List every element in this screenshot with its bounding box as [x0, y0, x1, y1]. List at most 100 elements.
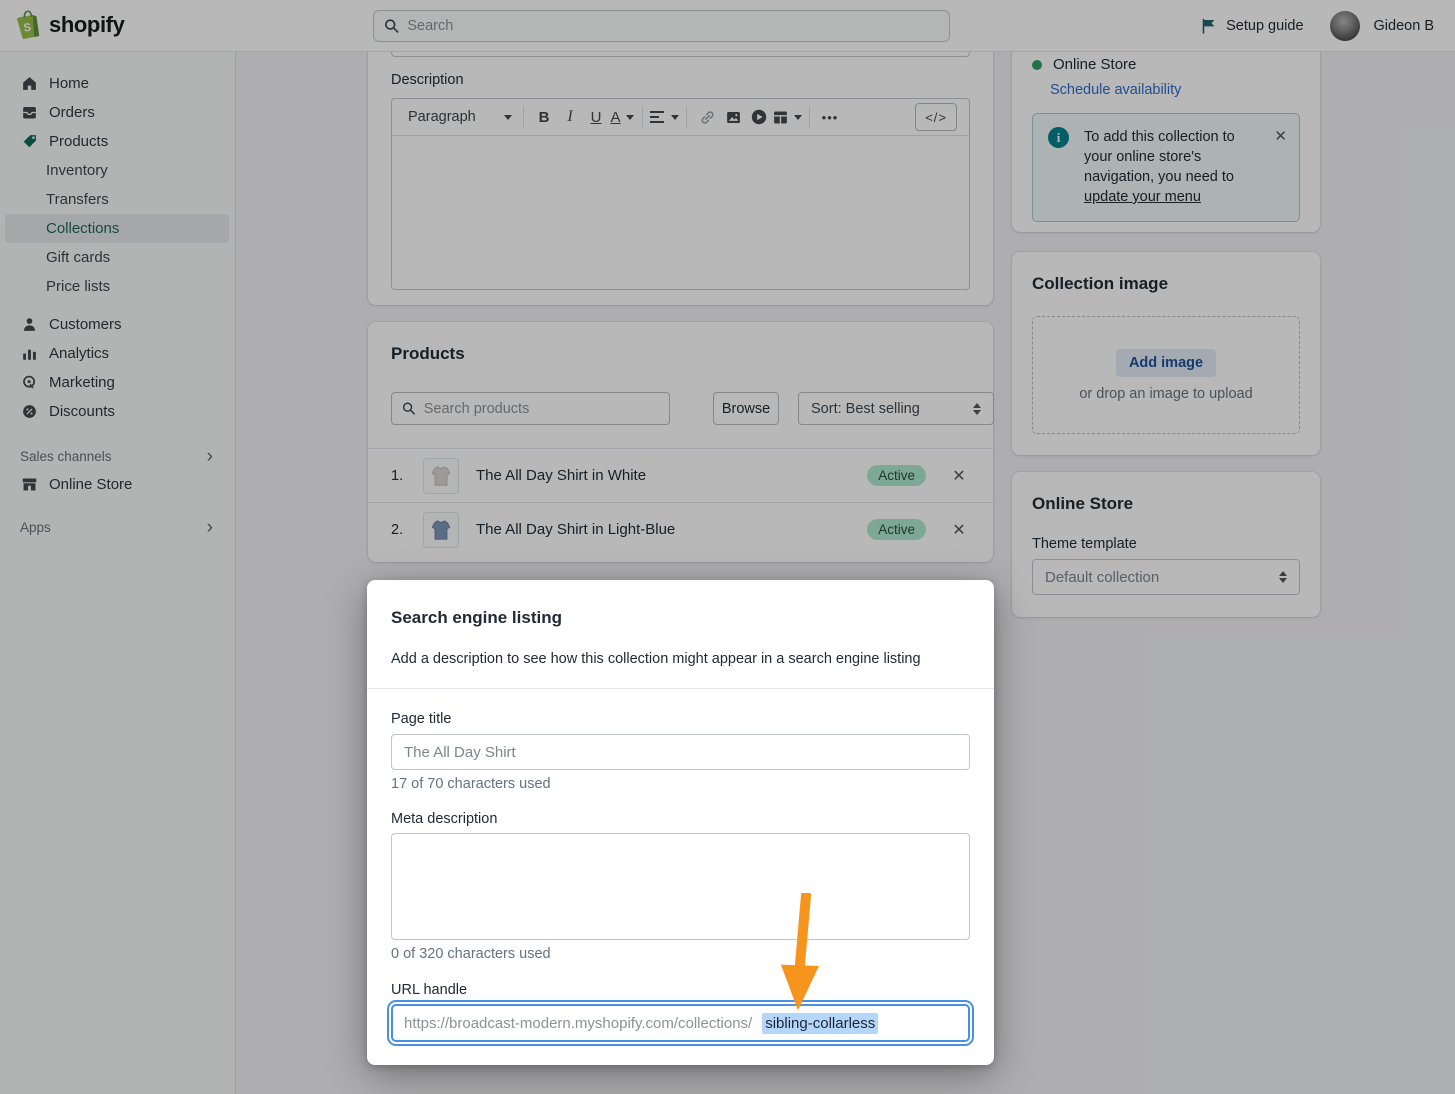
meta-description-textarea[interactable]	[391, 833, 970, 940]
online-status-dot-icon	[1032, 60, 1042, 70]
orders-icon	[20, 104, 38, 121]
image-icon	[725, 109, 742, 126]
products-title: Products	[391, 344, 465, 364]
text-color-button[interactable]: A	[609, 103, 635, 131]
marketing-icon	[20, 374, 38, 391]
banner-close-button[interactable]: ✕	[1274, 127, 1287, 221]
setup-guide-label: Setup guide	[1226, 18, 1303, 34]
sidebar-item-transfers[interactable]: Transfers	[0, 185, 235, 214]
url-handle-selected-text: sibling-collarless	[762, 1013, 878, 1034]
storefront-icon	[20, 476, 38, 493]
collection-image-card: Collection image Add image or drop an im…	[1012, 252, 1320, 455]
page-title-help: 17 of 70 characters used	[391, 776, 551, 792]
update-menu-link[interactable]: update your menu	[1084, 189, 1201, 205]
sidebar-nav: Home Orders Products Inventory Transfers…	[0, 52, 236, 1094]
sidebar-item-home[interactable]: Home	[0, 69, 235, 98]
bold-button[interactable]: B	[531, 103, 557, 131]
insert-video-button[interactable]	[746, 103, 772, 131]
search-icon	[402, 401, 416, 416]
sidebar-item-products[interactable]: Products	[0, 127, 235, 156]
product-search-input[interactable]	[424, 401, 659, 417]
remove-product-button[interactable]: ✕	[948, 466, 970, 486]
avatar[interactable]	[1330, 11, 1360, 41]
align-left-icon	[650, 110, 666, 124]
image-dropzone[interactable]: Add image or drop an image to upload	[1032, 316, 1300, 434]
add-image-button[interactable]: Add image	[1116, 349, 1216, 377]
more-options-button[interactable]: •••	[817, 103, 843, 131]
theme-template-select[interactable]: Default collection	[1032, 559, 1300, 595]
insert-table-button[interactable]	[772, 103, 802, 131]
sidebar-item-discounts[interactable]: Discounts	[0, 397, 235, 426]
browse-button[interactable]: Browse	[713, 392, 779, 425]
insert-image-button[interactable]	[720, 103, 746, 131]
white-shirt-image	[428, 463, 454, 489]
topbar-right: Setup guide Gideon B	[1201, 0, 1434, 52]
italic-button[interactable]: I	[557, 103, 583, 131]
underline-button[interactable]: U	[583, 103, 609, 131]
search-icon	[384, 18, 399, 34]
topbar: S shopify Setup guide Gideon B	[0, 0, 1455, 52]
collection-image-title: Collection image	[1032, 274, 1168, 294]
global-search[interactable]	[373, 10, 950, 42]
online-store-title: Online Store	[1032, 494, 1133, 514]
sidebar-item-online-store[interactable]: Online Store	[0, 470, 235, 499]
schedule-availability-link[interactable]: Schedule availability	[1050, 82, 1181, 98]
insert-link-button[interactable]	[694, 103, 720, 131]
sort-select[interactable]: Sort: Best selling	[798, 392, 994, 425]
channel-status-row: Online Store	[1032, 56, 1136, 73]
apps-header[interactable]: Apps ›	[0, 513, 235, 541]
sidebar-item-orders[interactable]: Orders	[0, 98, 235, 127]
sales-channels-header[interactable]: Sales channels ›	[0, 442, 235, 470]
sidebar-item-gift-cards[interactable]: Gift cards	[0, 243, 235, 272]
global-search-input[interactable]	[407, 18, 939, 34]
chevron-down-icon	[626, 115, 634, 120]
rte-content-area[interactable]	[392, 136, 969, 290]
paragraph-style-select[interactable]: Paragraph	[404, 103, 516, 131]
sidebar-item-analytics[interactable]: Analytics	[0, 339, 235, 368]
row-index: 1.	[391, 468, 423, 484]
status-badge: Active	[867, 519, 926, 540]
shopify-admin-page: S shopify Setup guide Gideon B	[0, 0, 1455, 1094]
product-name[interactable]: The All Day Shirt in Light-Blue	[476, 521, 675, 538]
products-card: Products Browse Sort: Best selling 1.	[368, 322, 993, 562]
page-title-label: Page title	[391, 711, 451, 727]
rte-toolbar: Paragraph B I U A	[392, 99, 969, 136]
product-thumbnail	[423, 458, 459, 494]
divider	[367, 688, 994, 689]
chevron-right-icon: ›	[207, 447, 213, 466]
alignment-button[interactable]	[650, 103, 679, 131]
chevron-down-icon	[794, 115, 802, 120]
remove-product-button[interactable]: ✕	[948, 520, 970, 540]
meta-description-help: 0 of 320 characters used	[391, 946, 551, 962]
seo-subtitle: Add a description to see how this collec…	[391, 651, 921, 667]
customers-icon	[20, 316, 38, 333]
shopify-logo[interactable]: S shopify	[14, 9, 124, 41]
sidebar-item-inventory[interactable]: Inventory	[0, 156, 235, 185]
url-prefix: https://broadcast-modern.myshopify.com/c…	[404, 1015, 752, 1032]
sidebar-item-price-lists[interactable]: Price lists	[0, 272, 235, 301]
url-handle-label: URL handle	[391, 982, 467, 998]
flag-icon	[1201, 18, 1217, 34]
description-label: Description	[391, 72, 464, 88]
drop-hint: or drop an image to upload	[1079, 386, 1252, 402]
table-icon	[772, 109, 789, 126]
user-name: Gideon B	[1374, 18, 1434, 34]
products-tag-icon	[20, 133, 38, 150]
blue-shirt-image	[428, 517, 454, 543]
video-play-icon	[750, 108, 768, 126]
sidebar-item-marketing[interactable]: Marketing	[0, 368, 235, 397]
show-html-button[interactable]: </>	[915, 103, 957, 131]
chevron-down-icon	[671, 115, 679, 120]
meta-description-label: Meta description	[391, 811, 497, 827]
sidebar-item-customers[interactable]: Customers	[0, 310, 235, 339]
product-name[interactable]: The All Day Shirt in White	[476, 467, 646, 484]
discounts-icon	[20, 403, 38, 420]
setup-guide-button[interactable]: Setup guide	[1201, 18, 1303, 34]
url-handle-input[interactable]: https://broadcast-modern.myshopify.com/c…	[391, 1004, 970, 1042]
updown-arrows-icon	[1279, 571, 1287, 583]
updown-arrows-icon	[973, 403, 981, 415]
product-thumbnail	[423, 512, 459, 548]
page-title-input[interactable]	[391, 734, 970, 770]
sidebar-item-collections[interactable]: Collections	[5, 214, 229, 243]
product-search[interactable]	[391, 392, 670, 425]
